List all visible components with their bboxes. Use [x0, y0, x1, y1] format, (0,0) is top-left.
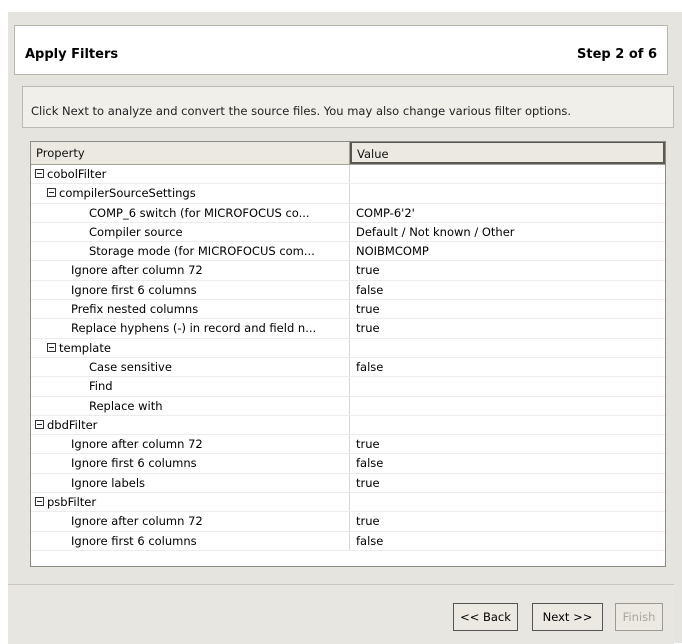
property-cell[interactable]: Prefix nested columns [31, 300, 350, 319]
table-header: Property Value [31, 142, 665, 165]
property-cell[interactable]: Find [31, 377, 350, 396]
table-row[interactable]: dbdFilter [31, 415, 665, 436]
property-label: Ignore first 6 columns [71, 456, 197, 471]
property-label: Ignore after column 72 [71, 263, 203, 278]
value-cell[interactable]: true [350, 319, 665, 337]
instruction-text: Click Next to analyze and convert the so… [31, 104, 572, 118]
value-cell[interactable]: true [350, 261, 665, 279]
collapse-toggle-icon[interactable] [35, 497, 44, 507]
value-cell[interactable]: true [350, 512, 665, 530]
value-cell[interactable]: true [350, 435, 665, 453]
page-title: Apply Filters [25, 47, 119, 62]
value-cell[interactable] [350, 493, 665, 511]
property-cell[interactable]: Compiler source [31, 222, 350, 242]
collapse-toggle-icon[interactable] [35, 419, 44, 429]
property-cell[interactable]: Ignore labels [31, 473, 350, 493]
property-cell[interactable]: COMP_6 switch (for MICROFOCUS co... [31, 203, 350, 222]
table-row[interactable]: Compiler source Default / Not known / Oth… [31, 222, 665, 243]
table-row[interactable]: Case sensitive false [31, 357, 665, 378]
table-row[interactable]: COMP_6 switch (for MICROFOCUS co... COMP-… [31, 203, 665, 223]
table-row[interactable]: compilerSourceSettings [31, 184, 665, 204]
property-label: Ignore labels [71, 475, 146, 490]
table-row[interactable]: Ignore first 6 columns false [31, 280, 665, 301]
property-label: template [59, 340, 111, 355]
property-label: compilerSourceSettings [59, 186, 196, 201]
column-header-property[interactable]: Property [31, 142, 350, 164]
property-cell[interactable]: Replace with [31, 396, 350, 415]
wizard-header: Apply Filters Step 2 of 6 [14, 25, 668, 75]
value-cell[interactable] [350, 339, 665, 357]
property-table[interactable]: Property Value cobolFilter compilerSource… [30, 141, 666, 567]
property-cell[interactable]: compilerSourceSettings [31, 184, 350, 203]
property-cell[interactable]: Ignore after column 72 [31, 435, 350, 454]
table-row[interactable]: template [31, 338, 665, 358]
property-label: Ignore after column 72 [71, 514, 203, 529]
value-cell[interactable]: true [350, 300, 665, 318]
property-label: psbFilter [47, 495, 97, 510]
property-cell[interactable]: Ignore first 6 columns [31, 280, 350, 300]
property-label: Ignore first 6 columns [71, 282, 197, 297]
property-cell[interactable]: dbdFilter [31, 415, 350, 435]
table-row[interactable]: Storage mode (for MICROFOCUS com... NOIBM… [31, 242, 665, 262]
value-cell[interactable]: false [350, 358, 665, 376]
property-label: Ignore first 6 columns [71, 533, 197, 548]
table-row[interactable]: Ignore after column 72 true [31, 512, 665, 532]
value-cell[interactable]: Default / Not known / Other [350, 223, 665, 241]
value-cell[interactable] [350, 397, 665, 415]
table-row[interactable]: Replace hyphens (-) in record and field … [31, 319, 665, 339]
value-cell[interactable]: COMP-6'2' [350, 204, 665, 222]
instruction-panel: Click Next to analyze and convert the so… [22, 86, 674, 128]
table-row[interactable]: psbFilter [31, 493, 665, 513]
step-indicator: Step 2 of 6 [577, 47, 657, 62]
collapse-toggle-icon[interactable] [35, 169, 44, 178]
property-label: Compiler source [89, 224, 183, 239]
property-label: dbdFilter [47, 417, 98, 432]
back-button[interactable]: << Back [453, 603, 518, 631]
value-cell[interactable]: false [350, 454, 665, 472]
table-row[interactable]: Prefix nested columns true [31, 300, 665, 320]
value-cell[interactable] [350, 184, 665, 202]
value-cell[interactable] [350, 165, 665, 183]
table-row[interactable]: Ignore after column 72 true [31, 435, 665, 455]
property-label: Find [89, 379, 113, 394]
value-cell[interactable] [350, 416, 665, 434]
property-cell[interactable]: cobolFilter [31, 165, 350, 184]
collapse-toggle-icon[interactable] [47, 188, 56, 198]
next-button[interactable]: Next >> [532, 603, 603, 631]
table-row[interactable]: Find [31, 377, 665, 397]
property-label: Ignore after column 72 [71, 437, 203, 452]
value-cell[interactable] [350, 377, 665, 395]
property-cell[interactable]: Ignore first 6 columns [31, 531, 350, 550]
collapse-toggle-icon[interactable] [47, 342, 56, 352]
property-cell[interactable]: Case sensitive [31, 357, 350, 377]
property-label: Storage mode (for MICROFOCUS com... [89, 244, 315, 259]
column-header-value[interactable]: Value [350, 142, 665, 164]
property-cell[interactable]: Storage mode (for MICROFOCUS com... [31, 242, 350, 261]
property-cell[interactable]: Replace hyphens (-) in record and field … [31, 319, 350, 338]
table-row[interactable]: Ignore labels true [31, 473, 665, 494]
property-cell[interactable]: template [31, 338, 350, 357]
value-cell[interactable]: true [350, 474, 665, 492]
value-cell[interactable]: false [350, 281, 665, 299]
property-label: Replace hyphens (-) in record and field … [71, 321, 317, 336]
finish-button: Finish [615, 603, 663, 631]
property-label: Prefix nested columns [71, 302, 199, 317]
value-cell[interactable]: false [350, 532, 665, 550]
table-row[interactable]: Ignore first 6 columns false [31, 454, 665, 474]
property-label: Replace with [89, 398, 163, 413]
property-label: cobolFilter [47, 167, 107, 181]
value-cell[interactable]: NOIBMCOMP [350, 242, 665, 260]
table-body: cobolFilter compilerSourceSettings COMP_6 … [31, 165, 665, 551]
property-cell[interactable]: psbFilter [31, 493, 350, 512]
table-row[interactable]: Replace with [31, 396, 665, 416]
table-row[interactable]: Ignore after column 72 true [31, 261, 665, 281]
property-cell[interactable]: Ignore first 6 columns [31, 454, 350, 473]
property-label: COMP_6 switch (for MICROFOCUS co... [89, 205, 310, 220]
table-row[interactable]: Ignore first 6 columns false [31, 531, 665, 551]
table-row[interactable]: cobolFilter [31, 165, 665, 185]
property-cell[interactable]: Ignore after column 72 [31, 261, 350, 280]
property-cell[interactable]: Ignore after column 72 [31, 512, 350, 531]
property-label: Case sensitive [89, 359, 172, 374]
